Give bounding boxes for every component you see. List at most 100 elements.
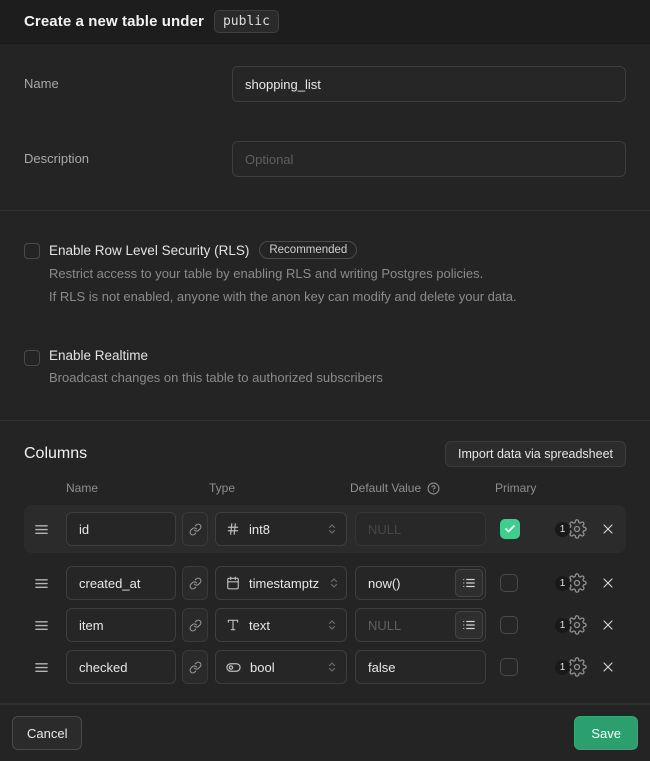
settings-count-badge: 1 [555, 618, 570, 633]
rls-label: Enable Row Level Security (RLS) [49, 243, 249, 258]
primary-checkbox[interactable] [500, 616, 518, 634]
table-description-input[interactable] [232, 141, 626, 177]
chevrons-updown-icon [326, 661, 338, 673]
columns-title: Columns [24, 445, 87, 463]
primary-checkbox[interactable] [500, 658, 518, 676]
list-icon [462, 618, 476, 632]
dialog-title: Create a new table under [24, 13, 204, 30]
remove-column-button[interactable] [600, 521, 616, 537]
primary-checkbox[interactable] [500, 574, 518, 592]
table-name-input[interactable] [232, 66, 626, 102]
column-type-select[interactable]: text [215, 608, 347, 642]
column-settings-button[interactable]: 1 [555, 519, 587, 539]
column-name-input[interactable] [66, 512, 176, 546]
column-type-select[interactable]: int8 [215, 512, 347, 546]
remove-column-button[interactable] [600, 659, 616, 675]
default-value-input[interactable] [355, 650, 486, 684]
gear-icon [567, 573, 587, 593]
dialog-header: Create a new table under public [0, 0, 650, 44]
header-type: Type [209, 481, 350, 495]
schema-badge: public [214, 10, 279, 33]
foreign-key-button[interactable] [182, 608, 208, 642]
settings-count-badge: 1 [555, 522, 570, 537]
column-type-label: bool [250, 660, 317, 675]
realtime-description: Broadcast changes on this table to autho… [49, 368, 383, 387]
help-circle-icon[interactable] [427, 482, 440, 495]
link-icon [189, 523, 202, 536]
drag-handle-icon[interactable] [34, 576, 56, 591]
column-type-select[interactable]: timestamptz [215, 566, 347, 600]
close-icon [600, 521, 616, 537]
close-icon [600, 659, 616, 675]
name-field-row: Name [24, 66, 626, 102]
default-value-cell [355, 650, 486, 684]
drag-handle-icon[interactable] [34, 618, 56, 633]
column-settings-button[interactable]: 1 [555, 573, 587, 593]
gear-icon [567, 615, 587, 635]
create-table-dialog: Create a new table under public Name Des… [0, 0, 650, 761]
link-icon [189, 619, 202, 632]
default-value-cell [355, 608, 486, 642]
save-button[interactable]: Save [574, 716, 638, 750]
link-icon [189, 661, 202, 674]
foreign-key-button[interactable] [182, 650, 208, 684]
check-icon [504, 523, 516, 535]
column-rows: int8 1 [24, 505, 626, 688]
calendar-icon [226, 576, 240, 590]
table-details-section: Name Description [0, 44, 650, 211]
header-name: Name [66, 481, 209, 495]
default-suggestions-button[interactable] [455, 611, 483, 639]
chevrons-updown-icon [326, 523, 338, 535]
text-type-icon [226, 618, 240, 632]
close-icon [600, 575, 616, 591]
column-type-label: int8 [249, 522, 317, 537]
column-name-input[interactable] [66, 650, 176, 684]
remove-column-button[interactable] [600, 575, 616, 591]
default-value-input [355, 512, 486, 546]
hash-icon [226, 522, 240, 536]
default-value-cell [355, 566, 486, 600]
column-type-select[interactable]: bool [215, 650, 347, 684]
list-icon [462, 576, 476, 590]
default-suggestions-button[interactable] [455, 569, 483, 597]
realtime-label: Enable Realtime [49, 348, 148, 363]
column-name-input[interactable] [66, 608, 176, 642]
default-value-cell [355, 512, 486, 546]
foreign-key-button[interactable] [182, 566, 208, 600]
cancel-button[interactable]: Cancel [12, 716, 82, 750]
remove-column-button[interactable] [600, 617, 616, 633]
dialog-footer: Cancel Save [0, 704, 650, 761]
gear-icon [567, 657, 587, 677]
foreign-key-button[interactable] [182, 512, 208, 546]
settings-count-badge: 1 [555, 576, 570, 591]
column-row-item: text 1 [24, 604, 626, 646]
toggle-icon [226, 660, 241, 675]
drag-handle-icon[interactable] [34, 660, 56, 675]
column-settings-button[interactable]: 1 [555, 615, 587, 635]
realtime-checkbox[interactable] [24, 350, 40, 366]
security-section: Enable Row Level Security (RLS) Recommen… [0, 211, 650, 421]
link-icon [189, 577, 202, 590]
chevrons-updown-icon [326, 619, 338, 631]
column-row-created-at: timestamptz 1 [24, 562, 626, 604]
header-primary: Primary [495, 481, 616, 495]
gear-icon [567, 519, 587, 539]
primary-checkbox[interactable] [500, 519, 520, 539]
drag-handle-icon[interactable] [34, 522, 56, 537]
column-settings-button[interactable]: 1 [555, 657, 587, 677]
name-label: Name [24, 66, 232, 91]
column-type-label: text [249, 618, 317, 633]
columns-section: Columns Import data via spreadsheet Name… [0, 421, 650, 704]
close-icon [600, 617, 616, 633]
chevrons-updown-icon [328, 577, 340, 589]
column-row-id: int8 1 [24, 505, 626, 553]
column-row-checked: bool 1 [24, 646, 626, 688]
realtime-option: Enable Realtime Broadcast changes on thi… [24, 348, 626, 387]
rls-checkbox[interactable] [24, 243, 40, 259]
import-spreadsheet-button[interactable]: Import data via spreadsheet [445, 441, 626, 467]
rls-description-line2: If RLS is not enabled, anyone with the a… [49, 287, 517, 306]
rls-description-line1: Restrict access to your table by enablin… [49, 264, 517, 283]
settings-count-badge: 1 [555, 660, 570, 675]
column-name-input[interactable] [66, 566, 176, 600]
columns-header-row: Name Type Default Value Primary [24, 481, 626, 495]
